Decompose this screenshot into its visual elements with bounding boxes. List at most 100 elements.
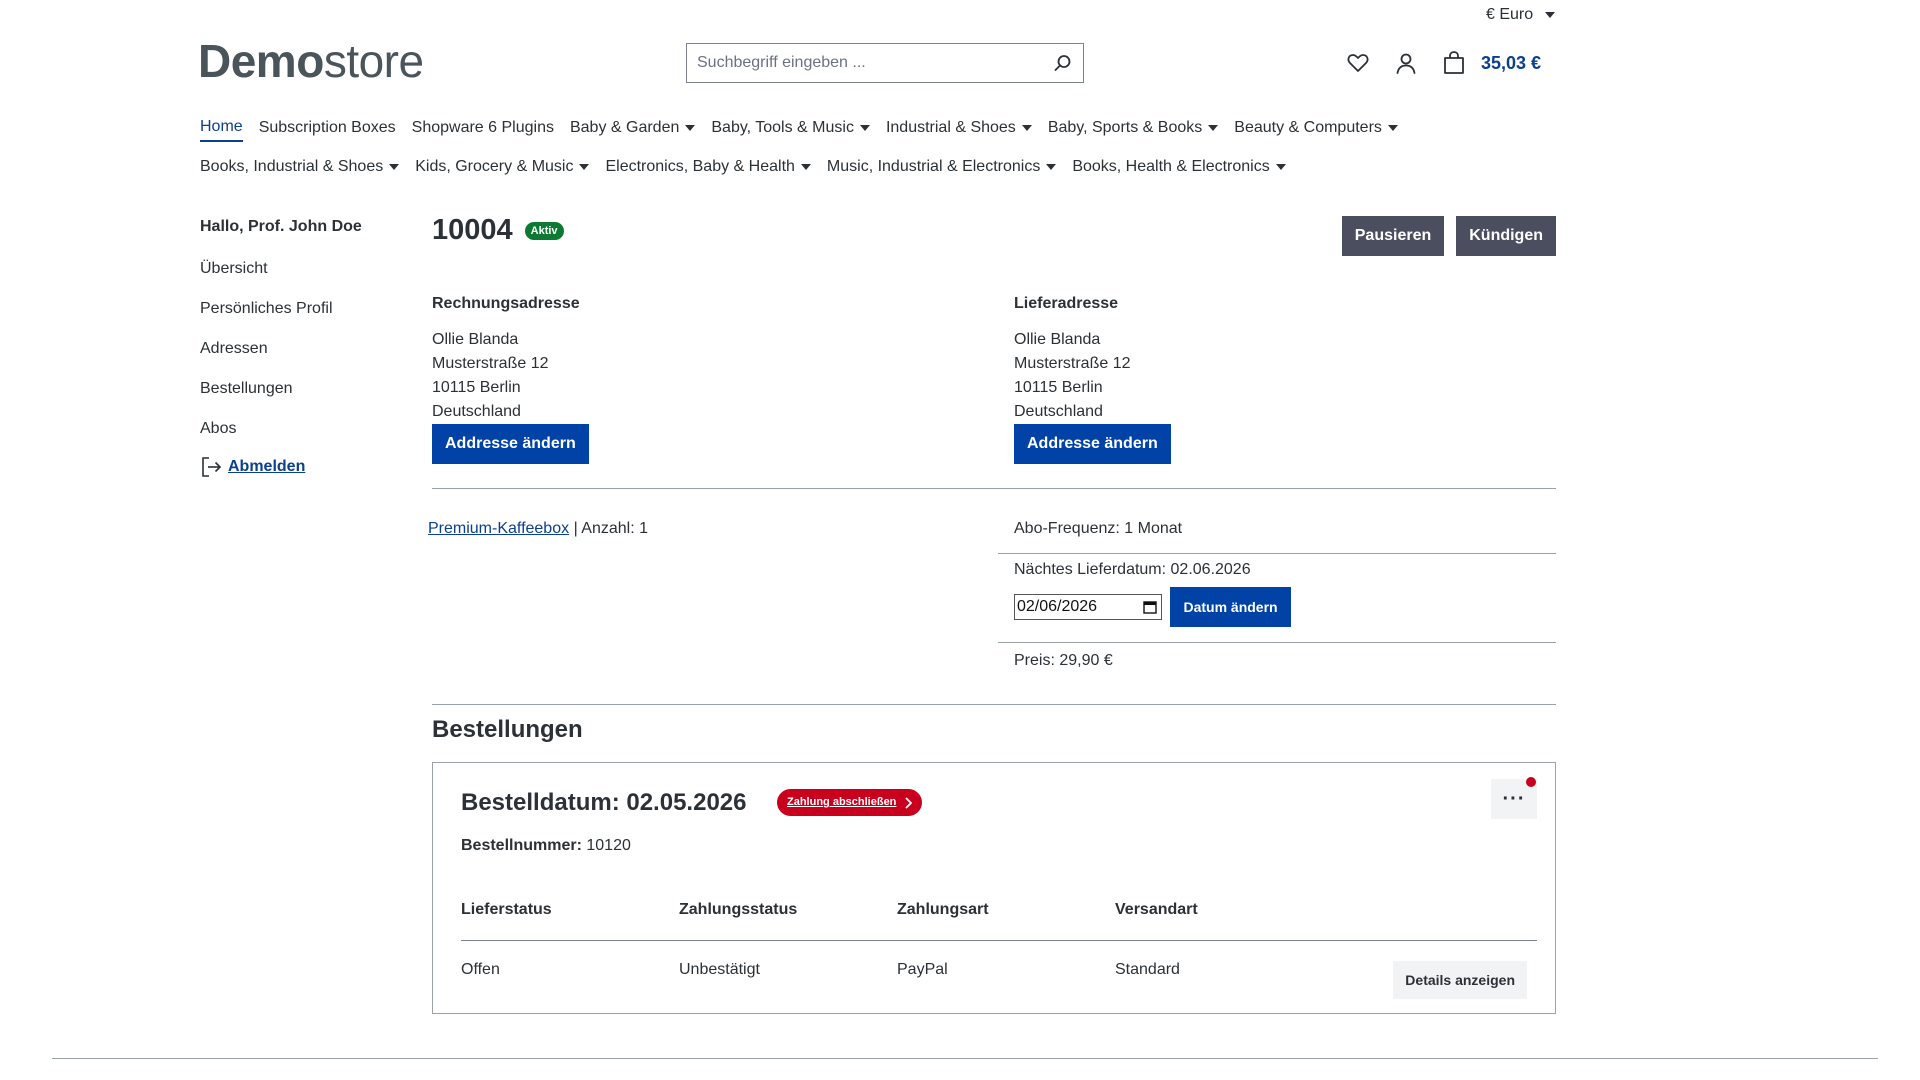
order-number-line: Bestellnummer: 10120	[461, 837, 631, 855]
nav-item-label: Baby, Sports & Books	[1047, 119, 1203, 136]
price-text: Preis: 29,90 €	[1014, 652, 1113, 669]
price-panel: Preis: 29,90 €	[998, 652, 1556, 670]
nav-item-label: Kids, Grocery & Music	[415, 158, 574, 175]
column-header: Zahlungsstatus	[679, 901, 798, 918]
header-actions: 35,03 €	[1345, 50, 1541, 76]
greeting: Hallo, Prof. John Doe	[200, 218, 362, 235]
pause-button[interactable]: Pausieren	[1341, 216, 1445, 256]
billing-line: 10115 Berlin	[432, 379, 521, 396]
nav-item[interactable]: Baby, Tools & Music	[711, 118, 870, 142]
quantity-text: | Anzahl: 1	[573, 520, 648, 537]
column-header: Versandart	[1115, 901, 1198, 918]
nav-item-label: Music, Industrial & Electronics	[826, 158, 1041, 175]
shipping-method: Standard	[1115, 961, 1180, 978]
chevron-down-icon	[1545, 12, 1556, 18]
chevron-down-icon	[1046, 164, 1057, 170]
chevron-down-icon	[800, 164, 811, 170]
billing-line: Ollie Blanda	[432, 331, 519, 348]
change-billing-address-button[interactable]: Addresse ändern	[432, 424, 589, 464]
sidebar-item-orders[interactable]: Bestellungen	[200, 380, 400, 420]
column-header: Zahlungsart	[897, 901, 989, 918]
calendar-icon[interactable]	[1143, 600, 1157, 614]
next-delivery-panel: Nächtes Lieferdatum: 02.06.2026 02/06/20…	[998, 561, 1556, 627]
notification-dot	[1526, 777, 1536, 787]
logout-link[interactable]: Abmelden	[200, 456, 400, 478]
order-card: Bestelldatum: 02.05.2026 Zahlung abschli…	[432, 762, 1556, 1014]
next-delivery-text: Nächtes Lieferdatum: 02.06.2026	[1014, 561, 1251, 578]
nav-item-label: Shopware 6 Plugins	[411, 119, 554, 136]
search-input[interactable]	[687, 44, 1043, 82]
divider	[998, 642, 1556, 643]
search-icon[interactable]	[1043, 44, 1083, 82]
sidebar-item-profile[interactable]: Persönliches Profil	[200, 300, 400, 340]
shipping-line: Ollie Blanda	[1014, 331, 1101, 348]
sidebar-item-addresses[interactable]: Adressen	[200, 340, 400, 380]
logo[interactable]: Demostore	[198, 34, 424, 88]
column-header: Lieferstatus	[461, 901, 552, 918]
table-row: Offen Unbestätigt PayPal Standard	[461, 961, 1537, 979]
chevron-down-icon	[389, 164, 400, 170]
chevron-down-icon	[1021, 125, 1032, 131]
nav-item-label: Industrial & Shoes	[885, 119, 1016, 136]
delivery-status: Offen	[461, 961, 500, 978]
nav-item[interactable]: Home	[200, 118, 243, 142]
subscription-number: 10004	[432, 214, 513, 246]
order-number-label: Bestellnummer:	[461, 837, 582, 854]
nav-item[interactable]: Books, Industrial & Shoes	[200, 158, 400, 180]
page: € Euro Demostore 35,03 € Home Subscriptio…	[0, 0, 1920, 1080]
nav-item-label: Electronics, Baby & Health	[605, 158, 795, 175]
frequency-text: Abo-Frequenz: 1 Monat	[1014, 520, 1183, 537]
cart-total[interactable]: 35,03 €	[1481, 53, 1541, 74]
nav-item[interactable]: Music, Industrial & Electronics	[826, 158, 1057, 180]
product-link[interactable]: Premium-Kaffeebox	[428, 520, 569, 537]
change-date-button[interactable]: Datum ändern	[1170, 587, 1291, 627]
nav-item[interactable]: Industrial & Shoes	[886, 118, 1032, 142]
nav-item[interactable]: Baby & Garden	[570, 118, 696, 142]
shipping-line: Deutschland	[1014, 403, 1103, 420]
billing-line: Musterstraße 12	[432, 355, 549, 372]
nav-item[interactable]: Shopware 6 Plugins	[412, 118, 554, 142]
delivery-date-value: 02/06/2026	[1017, 598, 1098, 615]
main-nav-row-1: Home Subscription Boxes Shopware 6 Plugins…	[200, 118, 1540, 142]
cart-icon[interactable]	[1441, 50, 1467, 76]
shipping-line: 10115 Berlin	[1014, 379, 1103, 396]
sidebar-item-overview[interactable]: Übersicht	[200, 260, 400, 300]
details-button[interactable]: Details anzeigen	[1393, 961, 1527, 999]
shipping-address: Lieferadresse Ollie Blanda Musterstraße …	[1014, 292, 1414, 464]
logo-bold: Demo	[198, 35, 324, 87]
complete-payment-badge[interactable]: Zahlung abschließen	[777, 789, 923, 816]
chevron-down-icon	[1387, 125, 1398, 131]
footer-divider	[52, 1058, 1878, 1059]
change-shipping-address-button[interactable]: Addresse ändern	[1014, 424, 1171, 464]
nav-item-label: Subscription Boxes	[258, 119, 396, 136]
user-icon[interactable]	[1393, 50, 1419, 76]
nav-item-label: Books, Health & Electronics	[1072, 158, 1270, 175]
divider	[432, 704, 1556, 705]
cancel-button[interactable]: Kündigen	[1456, 216, 1556, 256]
currency-label: € Euro	[1486, 6, 1534, 23]
subscription-item: Premium-Kaffeebox | Anzahl: 1	[428, 520, 648, 538]
chevron-right-icon	[905, 796, 913, 809]
logout-icon	[202, 457, 222, 477]
nav-item[interactable]: Beauty & Computers	[1234, 118, 1398, 142]
payment-method: PayPal	[897, 961, 948, 978]
account-sidebar: Hallo, Prof. John Doe Übersicht Persönli…	[200, 218, 400, 478]
divider	[998, 553, 1556, 554]
nav-item[interactable]: Kids, Grocery & Music	[415, 158, 590, 180]
currency-selector[interactable]: € Euro	[1486, 6, 1556, 24]
nav-item[interactable]: Subscription Boxes	[259, 118, 396, 142]
nav-item[interactable]: Electronics, Baby & Health	[605, 158, 811, 180]
nav-item-label: Beauty & Computers	[1234, 119, 1382, 136]
sidebar-item-subscriptions[interactable]: Abos	[200, 420, 400, 456]
payment-status: Unbestätigt	[679, 961, 760, 978]
divider	[432, 488, 1556, 489]
frequency-panel: Abo-Frequenz: 1 Monat	[998, 520, 1556, 538]
logo-light: store	[323, 35, 424, 87]
heart-icon[interactable]	[1345, 50, 1371, 76]
nav-item[interactable]: Books, Health & Electronics	[1072, 158, 1286, 180]
shipping-heading: Lieferadresse	[1014, 295, 1119, 312]
subscription-actions: Pausieren Kündigen	[1341, 216, 1556, 256]
delivery-date-input[interactable]: 02/06/2026	[1014, 594, 1162, 620]
nav-item[interactable]: Baby, Sports & Books	[1047, 118, 1219, 142]
status-badge: Aktiv	[524, 221, 564, 240]
